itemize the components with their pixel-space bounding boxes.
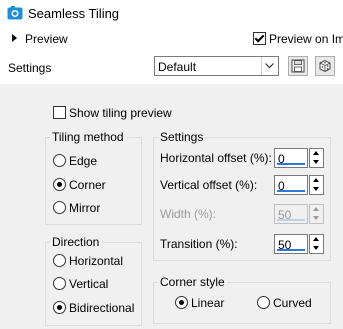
corner-style-title: Corner style bbox=[158, 275, 227, 289]
preview-on-image-label[interactable]: Preview on Ima bbox=[269, 32, 343, 46]
spinner-arrows-icon[interactable] bbox=[309, 148, 324, 168]
save-icon bbox=[291, 59, 305, 73]
show-tiling-preview-checkbox[interactable] bbox=[53, 106, 66, 119]
horizontal-offset-label: Horizontal offset (%): bbox=[160, 151, 272, 165]
width-spinner: 50 bbox=[274, 204, 324, 224]
value-bar bbox=[277, 163, 305, 165]
value-bar bbox=[277, 249, 305, 251]
tiling-method-title: Tiling method bbox=[50, 130, 126, 144]
bidirectional-label[interactable]: Bidirectional bbox=[69, 301, 134, 315]
preview-toggle-label[interactable]: Preview bbox=[25, 32, 68, 46]
curved-label[interactable]: Curved bbox=[273, 296, 312, 310]
show-tiling-preview-label[interactable]: Show tiling preview bbox=[69, 106, 172, 120]
app-icon bbox=[7, 5, 23, 21]
value-bar bbox=[277, 219, 305, 221]
direction-title: Direction bbox=[50, 235, 102, 249]
preset-dropdown[interactable]: Default bbox=[154, 56, 279, 76]
vertical-label[interactable]: Vertical bbox=[69, 277, 108, 291]
window-title: Seamless Tiling bbox=[28, 6, 120, 21]
chevron-down-icon[interactable] bbox=[261, 57, 278, 75]
spinner-arrows-icon[interactable] bbox=[309, 175, 324, 195]
settings-group-title: Settings bbox=[158, 130, 206, 144]
vertical-radio[interactable] bbox=[53, 277, 66, 290]
vertical-offset-label: Vertical offset (%): bbox=[160, 178, 258, 192]
linear-label[interactable]: Linear bbox=[191, 296, 224, 310]
randomize-button[interactable] bbox=[315, 56, 335, 76]
preset-value: Default bbox=[158, 60, 197, 74]
horizontal-label[interactable]: Horizontal bbox=[69, 254, 123, 268]
corner-label[interactable]: Corner bbox=[69, 178, 106, 192]
mirror-radio[interactable] bbox=[53, 201, 66, 214]
width-input: 50 bbox=[274, 204, 308, 224]
edge-radio[interactable] bbox=[53, 154, 66, 167]
spinner-arrows-icon[interactable] bbox=[309, 234, 324, 254]
transition-label: Transition (%): bbox=[160, 237, 238, 251]
horizontal-radio[interactable] bbox=[53, 254, 66, 267]
bidirectional-radio[interactable] bbox=[53, 301, 66, 314]
save-preset-button[interactable] bbox=[288, 56, 308, 76]
horizontal-offset-input[interactable]: 0 bbox=[274, 148, 308, 168]
value-bar bbox=[277, 190, 305, 192]
spinner-arrows-icon bbox=[309, 204, 324, 224]
preview-on-image-checkbox[interactable] bbox=[253, 32, 266, 45]
expand-caret-icon[interactable] bbox=[12, 34, 17, 42]
edge-label[interactable]: Edge bbox=[69, 154, 97, 168]
vertical-offset-input[interactable]: 0 bbox=[274, 175, 308, 195]
corner-radio[interactable] bbox=[53, 178, 66, 191]
settings-label: Settings bbox=[8, 61, 52, 75]
width-label: Width (%): bbox=[160, 207, 217, 221]
curved-radio[interactable] bbox=[257, 296, 270, 309]
dice-icon bbox=[319, 59, 331, 73]
transition-spinner[interactable]: 50 bbox=[274, 234, 324, 254]
horizontal-offset-spinner[interactable]: 0 bbox=[274, 148, 324, 168]
transition-input[interactable]: 50 bbox=[274, 234, 308, 254]
vertical-offset-spinner[interactable]: 0 bbox=[274, 175, 324, 195]
mirror-label[interactable]: Mirror bbox=[69, 201, 100, 215]
linear-radio[interactable] bbox=[175, 296, 188, 309]
